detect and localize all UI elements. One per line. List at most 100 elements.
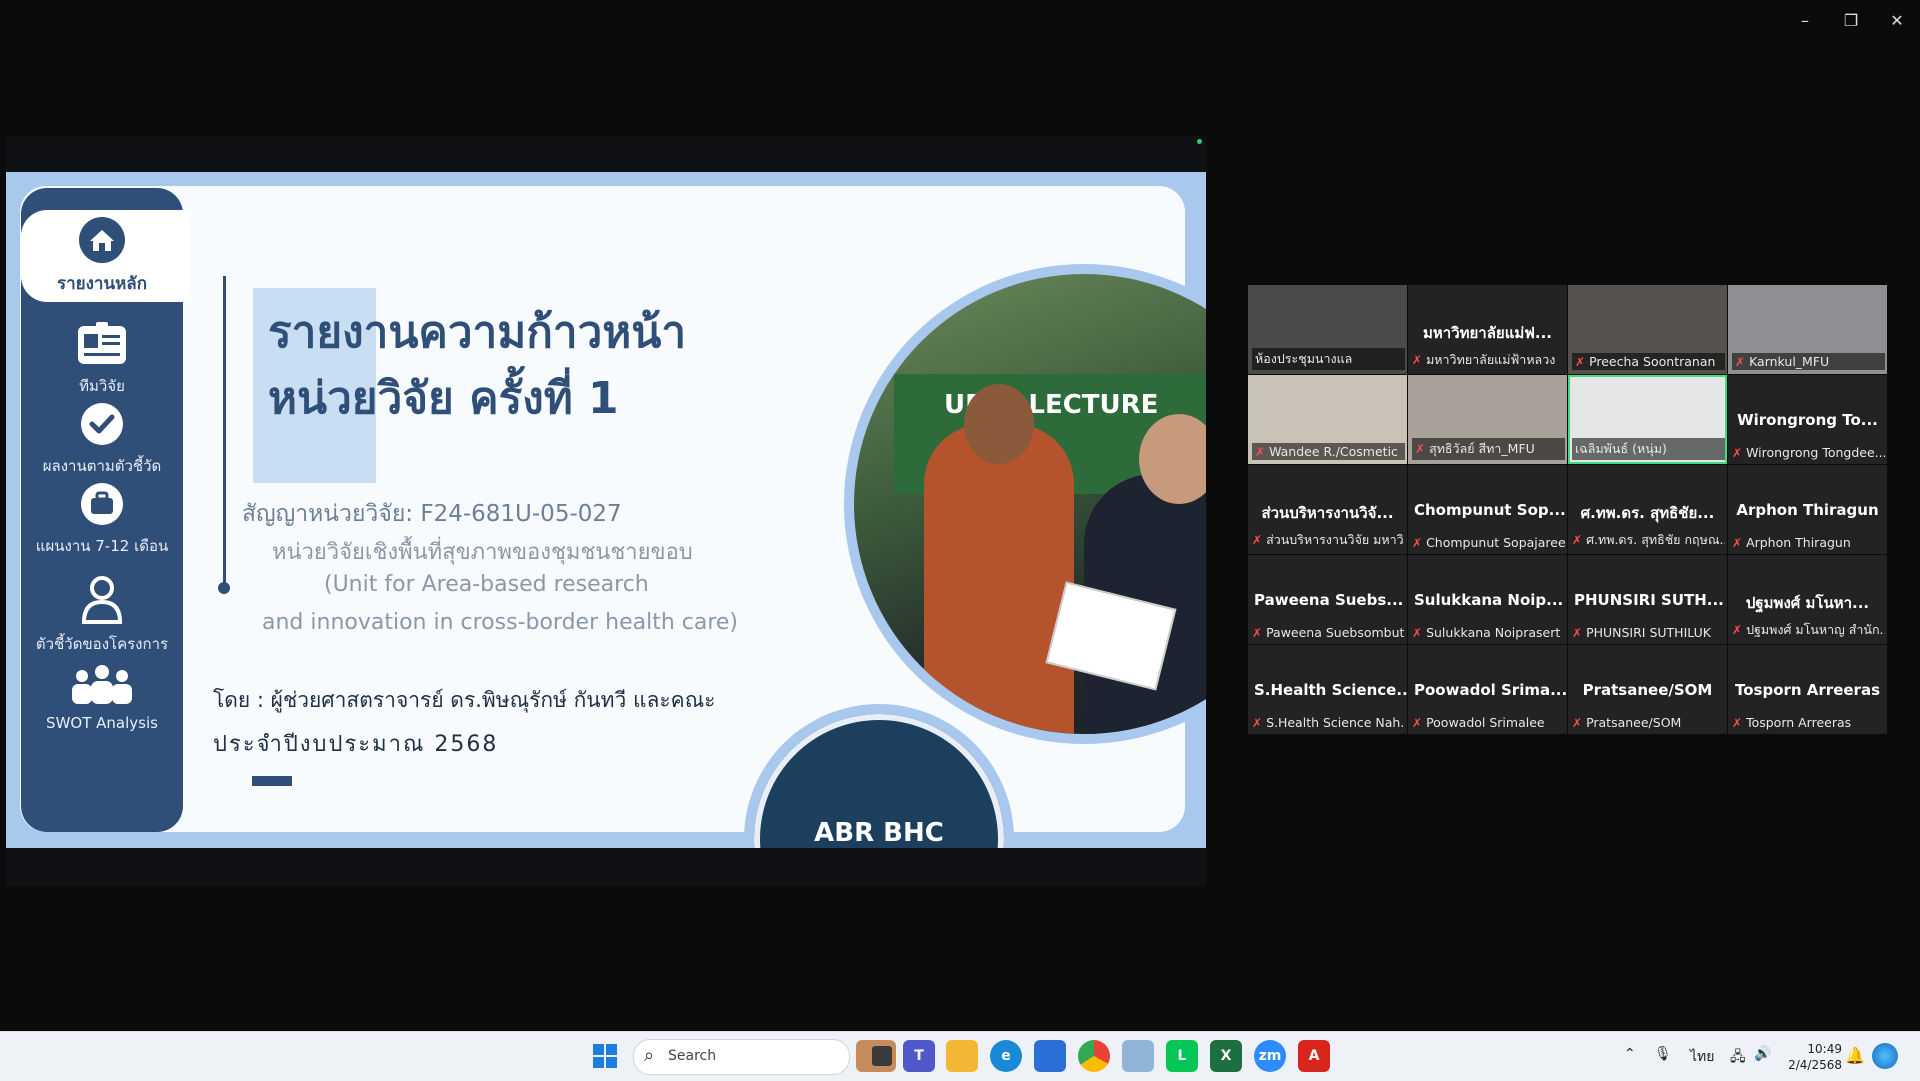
tray-overflow-icon[interactable]: ⌃ [1624,1046,1636,1062]
participant-name-bar: ✗ Sulukkana Noiprasert [1412,625,1565,640]
folder-icon[interactable] [946,1040,978,1072]
participant-name-bar: ✗ สุทธิวัลย์ สีทา_MFU [1412,438,1565,460]
mic-muted-icon: ✗ [1575,354,1586,369]
participant-tile[interactable]: ห้องประชุมนางแล [1248,285,1407,374]
participant-tile[interactable]: Wirongrong To... ✗ Wirongrong Tongdee... [1728,375,1887,464]
participant-name-bar: ✗ ปฐมพงศ์ มโนหาญ สำนัก... [1732,620,1885,640]
line-icon[interactable]: L [1166,1040,1198,1072]
language-indicator[interactable]: ไทย [1690,1046,1714,1068]
excel-icon[interactable]: X [1210,1040,1242,1072]
mic-muted-icon: ✗ [1412,715,1423,730]
participant-display-name: Paweena Suebs... [1254,591,1404,609]
mic-muted-icon: ✗ [1732,535,1743,550]
teams-icon[interactable]: T [903,1040,935,1072]
participant-tile[interactable]: Chompunut Sop... ✗ Chompunut Sopajaree [1408,465,1567,554]
restore-button[interactable]: ❐ [1828,0,1874,40]
notification-bell-icon[interactable]: 🔔 [1845,1046,1865,1065]
mic-muted-icon: ✗ [1412,625,1423,640]
mic-muted-icon: ✗ [1572,715,1583,730]
participant-tile[interactable]: S.Health Science... ✗ S.Health Science Nah… [1248,645,1407,734]
participant-tile[interactable]: Arphon Thiragun ✗ Arphon Thiragun [1728,465,1887,554]
participant-label: Wirongrong Tongdee... [1746,445,1885,460]
participant-display-name: ปฐมพงศ์ มโนหา... [1745,594,1870,612]
presenter-byline: โดย : ผู้ช่วยศาสตราจารย์ ดร.พิษณุรักษ์ ก… [213,688,716,712]
slide-nav-main-report[interactable]: รายงานหลัก [21,216,183,297]
participant-tile[interactable]: ✗ สุทธิวัลย์ สีทา_MFU [1408,375,1567,464]
participant-tile[interactable]: Tosporn Arreeras ✗ Tosporn Arreeras [1728,645,1887,734]
slide-nav-label: รายงานหลัก [56,274,148,294]
participant-tile[interactable]: PHUNSIRI SUTH... ✗ PHUNSIRI SUTHILUK [1568,555,1727,644]
participant-tile[interactable]: ✗ Wandee R./Cosmetic [1248,375,1407,464]
zoom-icon[interactable]: zm [1254,1040,1286,1072]
slide-rule-dot [218,582,230,594]
slide-nav-project-indicators[interactable]: ตัวชี้วัดของโครงการ [21,574,183,656]
participant-label: Wandee R./Cosmetic [1269,444,1398,459]
microphone-icon[interactable]: 🎙 [1654,1046,1672,1062]
volume-icon[interactable]: 🔊 [1754,1046,1771,1062]
slide-nav-plan[interactable]: แผนงาน 7-12 เดือน [21,480,183,558]
participant-tile[interactable]: Paweena Suebs... ✗ Paweena Suebsombut [1248,555,1407,644]
chrome-icon[interactable] [1078,1040,1110,1072]
file-explorer-icon[interactable] [872,1046,892,1066]
close-button[interactable]: ✕ [1874,0,1920,40]
participant-label: ห้องประชุมนางแล [1255,351,1353,366]
mic-muted-icon: ✗ [1255,444,1266,459]
slide-nav-kpi-results[interactable]: ผลงานตามตัวชี้วัด [21,400,183,478]
search-icon: ⌕ [644,1045,655,1066]
participant-tile[interactable]: ✗ Preecha Soontranan [1568,285,1727,374]
participant-name-bar: ✗ Arphon Thiragun [1732,535,1885,550]
slide-nav-research-team[interactable]: ทีมวิจัย [21,320,183,398]
mic-muted-icon: ✗ [1252,715,1263,730]
participant-tile[interactable]: Poowadol Srima... ✗ Poowadol Srimalee [1408,645,1567,734]
participant-name-bar: ✗ S.Health Science Nah... [1252,715,1405,730]
participant-tile[interactable]: เฉลิมพันธ์ (หนุ่ม) [1568,375,1727,464]
participant-tile[interactable]: ส่วนบริหารงานวิจั... ✗ ส่วนบริหารงานวิจัย … [1248,465,1407,554]
participant-display-name: Arphon Thiragun [1736,501,1879,519]
participant-display-name: S.Health Science... [1254,681,1407,699]
photo-person-left-head [964,384,1034,464]
slide-nav-swot[interactable]: SWOT Analysis [21,664,183,732]
widgets-weather-icon[interactable] [1872,1043,1898,1069]
mic-muted-icon: ✗ [1412,535,1423,550]
team-icon [72,665,132,704]
participant-name-bar: เฉลิมพันธ์ (หนุ่ม) [1572,438,1725,460]
network-icon[interactable]: 🖧 [1730,1046,1746,1070]
participant-name-bar: ✗ Pratsanee/SOM [1572,715,1725,730]
participant-label: ปฐมพงศ์ มโนหาญ สำนัก... [1746,622,1885,637]
clock-time: 10:49 [1807,1042,1842,1056]
store-icon[interactable] [1034,1040,1066,1072]
windows-taskbar: ⌕ Search T e L X zm A ⌃ 🎙 ไทย 🖧 🔊 10:49 … [0,1031,1920,1081]
participant-tile[interactable]: ✗ Karnkul_MFU [1728,285,1887,374]
mic-muted-icon: ✗ [1735,354,1746,369]
taskbar-clock[interactable]: 10:49 2/4/2568 [1778,1041,1842,1073]
taskbar-search[interactable]: ⌕ Search [633,1039,850,1075]
unit-name-english-line2: and innovation in cross-border health ca… [262,610,739,635]
share-indicator-dot [1197,139,1202,144]
acrobat-icon[interactable]: A [1298,1040,1330,1072]
edge-icon[interactable]: e [990,1040,1022,1072]
participant-tile[interactable]: Pratsanee/SOM ✗ Pratsanee/SOM [1568,645,1727,734]
mic-muted-icon: ✗ [1732,715,1743,730]
participant-label: ส่วนบริหารงานวิจัย มหาวิ... [1266,532,1405,547]
participant-label: PHUNSIRI SUTHILUK [1586,625,1711,640]
participant-label: Chompunut Sopajaree [1426,535,1565,550]
mic-muted-icon: ✗ [1252,533,1263,547]
participant-name-bar: ✗ ส่วนบริหารงานวิจัย มหาวิ... [1252,530,1405,550]
slide-nav-label: ผลงานตามตัวชี้วัด [42,457,162,475]
minimize-button[interactable]: – [1782,0,1828,40]
participant-tile[interactable]: Sulukkana Noip... ✗ Sulukkana Noiprasert [1408,555,1567,644]
participant-display-name: PHUNSIRI SUTH... [1574,591,1724,609]
participant-tile[interactable]: มหาวิทยาลัยแม่ฟ... ✗ มหาวิทยาลัยแม่ฟ้าหลวง [1408,285,1567,374]
participant-label: Preecha Soontranan [1589,354,1716,369]
participant-tile[interactable]: ปฐมพงศ์ มโนหา... ✗ ปฐมพงศ์ มโนหาญ สำนัก... [1728,555,1887,644]
windows-start-icon[interactable] [592,1043,618,1069]
participant-tile[interactable]: ศ.ทพ.ดร. สุทธิชัย... ✗ ศ.ทพ.ดร. สุทธิชัย ก… [1568,465,1727,554]
gallery-icon[interactable] [1122,1040,1154,1072]
slide-title-line1: รายงานความก้าวหน้า [268,307,687,358]
participant-display-name: Tosporn Arreeras [1734,681,1880,699]
presentation-slide: รายงานหลัก ทีมวิจัย ผลงานตามตัวชี้วัด แผ… [6,172,1206,848]
mic-muted-icon: ✗ [1732,623,1743,637]
photo-person-left [924,424,1074,734]
id-card-icon [78,322,126,364]
fiscal-year: ประจำปีงบประมาณ 2568 [213,732,499,757]
